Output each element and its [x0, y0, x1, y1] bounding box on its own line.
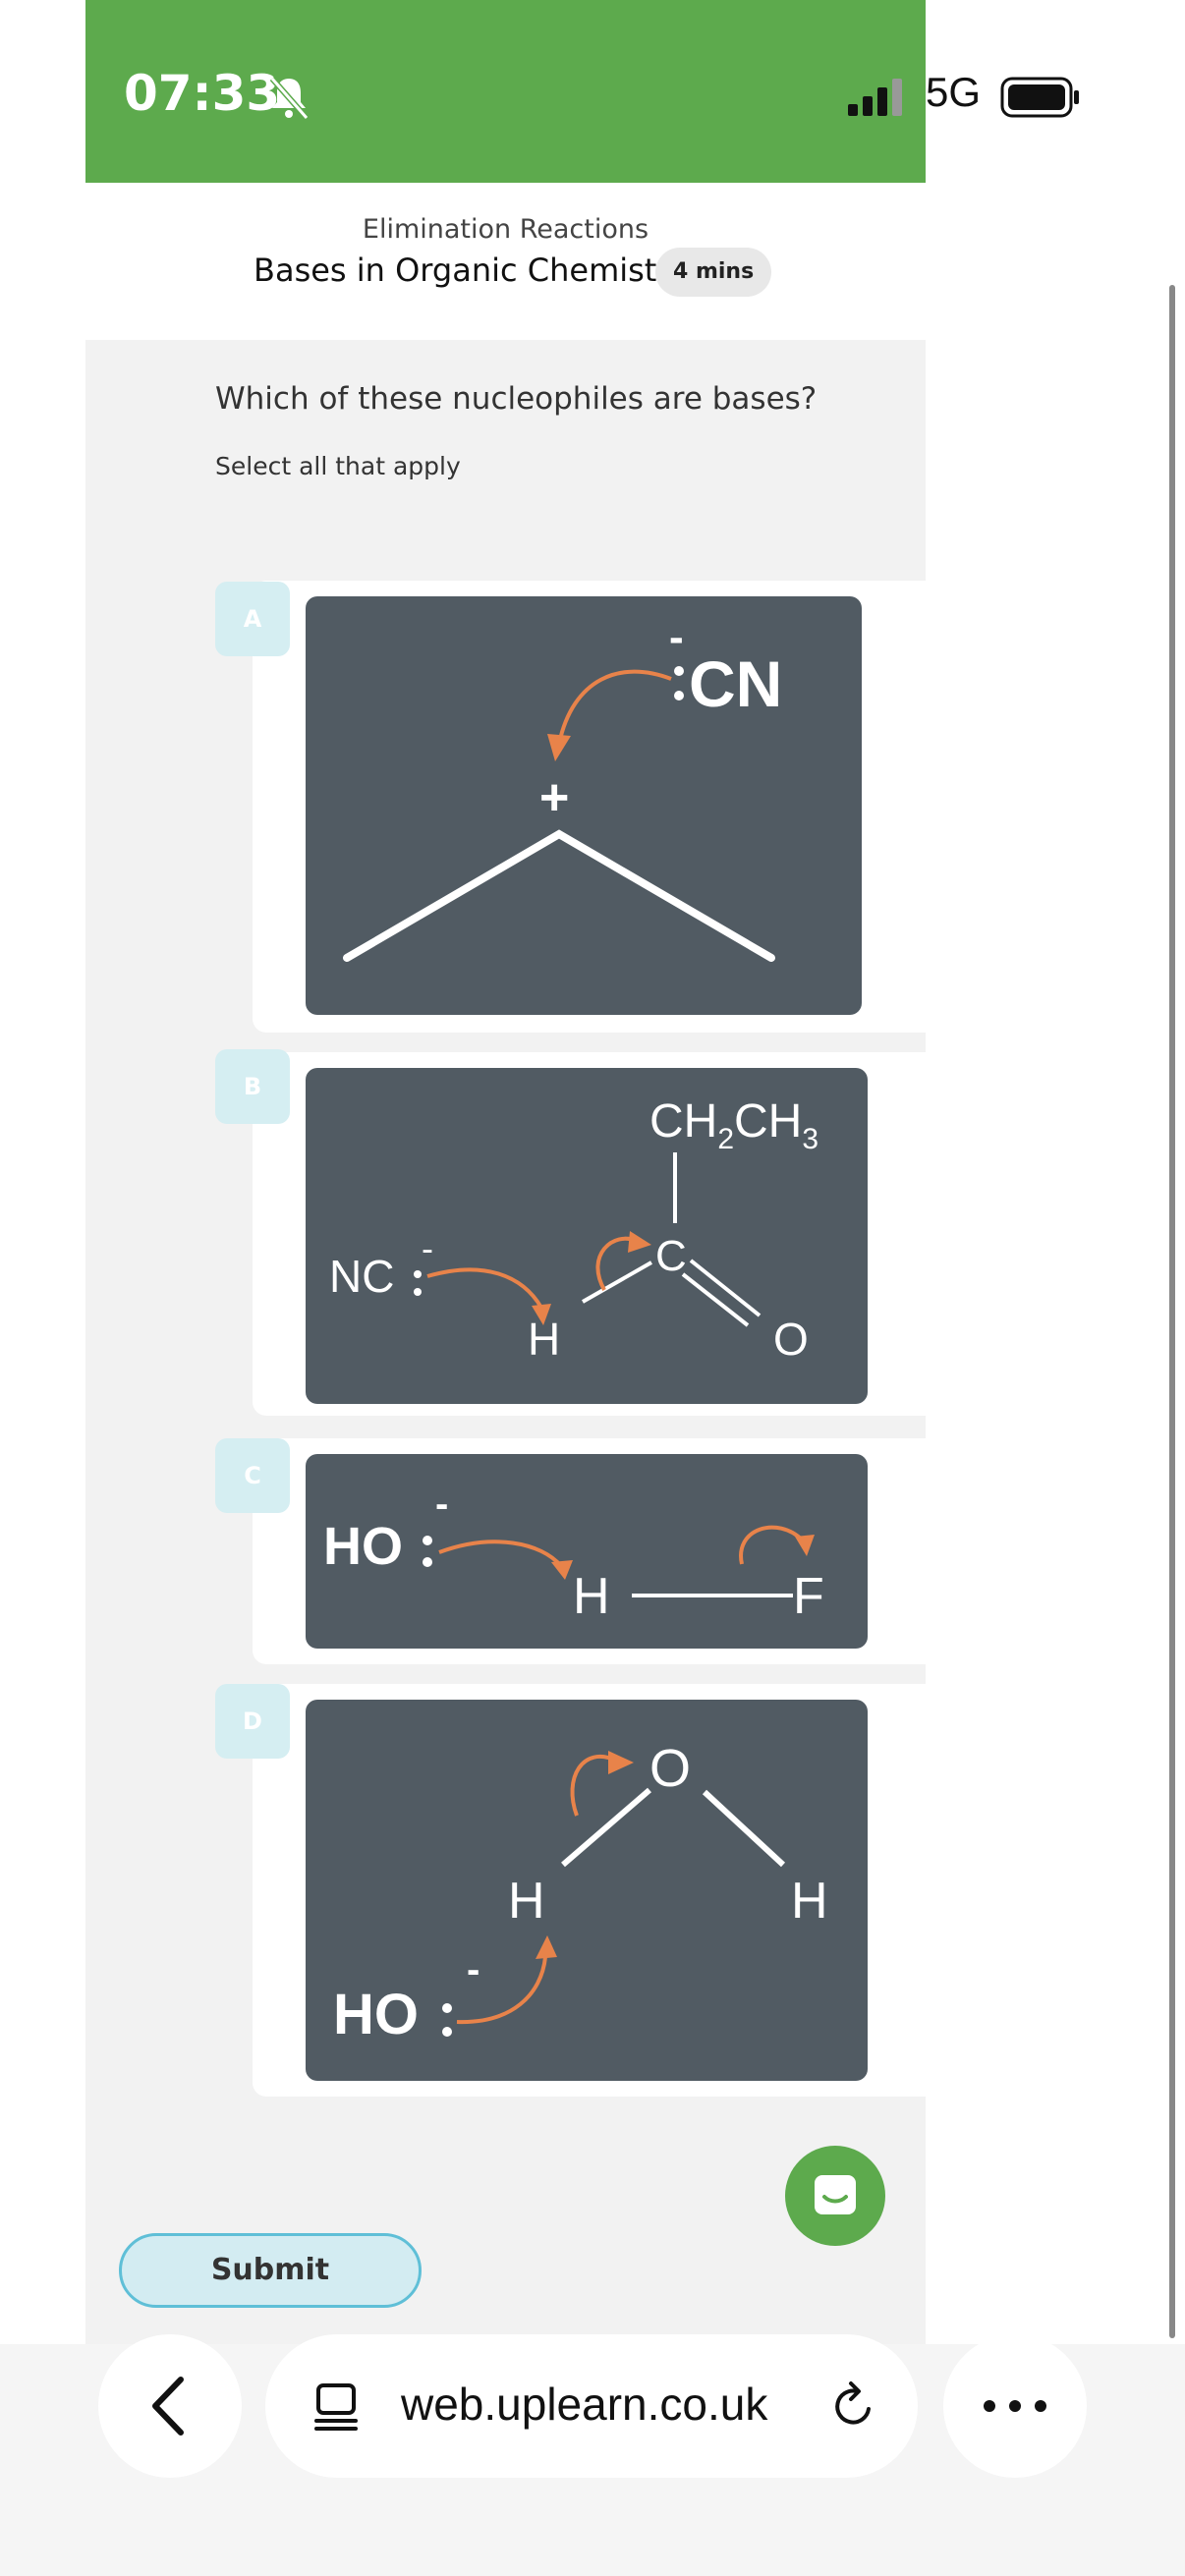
option-d-diagram: O H H HO - [306, 1700, 868, 2081]
option-c[interactable]: HO - H F [253, 1438, 968, 1664]
chat-button[interactable] [785, 2146, 885, 2246]
option-b-letter: B [215, 1049, 290, 1124]
lesson-title: Bases in Organic Chemistry [254, 252, 689, 289]
lesson-subtitle: Elimination Reactions [362, 214, 649, 245]
chat-icon [815, 2175, 856, 2214]
option-a[interactable]: + CN - [253, 581, 968, 1033]
charge-label: - [467, 1948, 480, 1991]
option-a-diagram: + CN - [306, 596, 862, 1015]
hydroxide-label: HO [323, 1517, 403, 1576]
nucleophile-label: NC [329, 1251, 394, 1302]
submit-button[interactable]: Submit [119, 2233, 422, 2308]
bell-slash-icon [269, 77, 310, 120]
reload-icon[interactable] [827, 2380, 880, 2433]
svg-text:CH2CH3: CH2CH3 [649, 1095, 818, 1155]
oxygen-label: O [773, 1314, 809, 1365]
hydroxide-hf-diagram: HO - H F [323, 1483, 824, 1625]
cyanide-label: CN [689, 647, 782, 720]
url-text: web.uplearn.co.uk [401, 2379, 768, 2430]
more-icon [984, 2400, 1046, 2412]
carbon-label: C [655, 1232, 687, 1280]
reader-icon[interactable] [310, 2380, 364, 2433]
chevron-left-icon [152, 2377, 184, 2436]
fluorine-label: F [793, 1568, 824, 1625]
hydrogen-right-label: H [791, 1873, 828, 1930]
hydroxide-label: HO [333, 1983, 419, 2046]
back-button[interactable] [98, 2334, 242, 2478]
scrollbar[interactable] [1169, 285, 1175, 2338]
hydroxide-water-diagram: O H H HO - [333, 1739, 828, 2046]
hydrogen-left-label: H [508, 1873, 545, 1930]
address-bar[interactable]: web.uplearn.co.uk [265, 2334, 918, 2478]
signal-icon [848, 79, 902, 116]
option-c-diagram: HO - H F [306, 1454, 868, 1649]
battery-icon [1000, 77, 1079, 118]
enolate-formation-diagram: CH2CH3 C H O NC - [329, 1095, 818, 1365]
charge-label: - [435, 1483, 448, 1526]
option-b-diagram: CH2CH3 C H O NC - [306, 1068, 868, 1404]
plus-charge: + [539, 769, 569, 826]
question-text: Which of these nucleophiles are bases? [215, 381, 818, 417]
lesson-header: Elimination Reactions Bases in Organic C… [85, 183, 926, 340]
more-button[interactable] [943, 2334, 1087, 2478]
option-c-letter: C [215, 1438, 290, 1513]
question-panel: Which of these nucleophiles are bases? S… [85, 340, 968, 2344]
carbocation-cyanide-diagram: + CN - [343, 613, 782, 962]
option-b[interactable]: CH2CH3 C H O NC - [253, 1052, 968, 1416]
hydrogen-label: H [573, 1568, 610, 1625]
minus-charge: - [669, 613, 684, 661]
duration-badge: 4 mins [655, 248, 772, 297]
option-a-letter: A [215, 582, 290, 656]
option-d[interactable]: O H H HO - [253, 1684, 968, 2097]
oxygen-label: O [649, 1739, 691, 1798]
charge-label: - [422, 1228, 433, 1268]
status-time: 07:33 [124, 65, 281, 122]
option-d-letter: D [215, 1684, 290, 1759]
question-hint: Select all that apply [215, 452, 461, 480]
network-label: 5G [926, 69, 982, 115]
